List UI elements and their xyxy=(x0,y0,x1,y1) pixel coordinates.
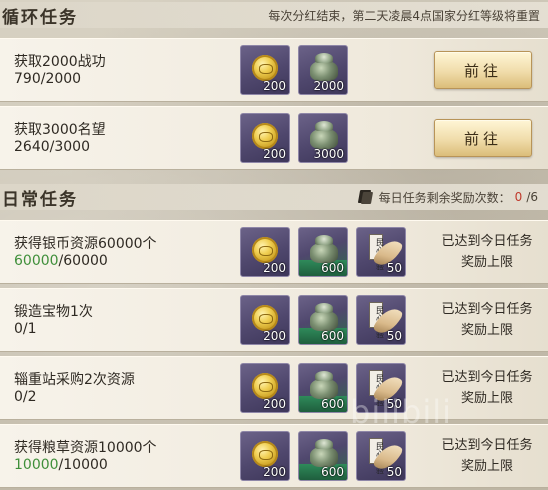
remaining-total: /6 xyxy=(526,190,538,204)
reward-amount: 50 xyxy=(386,329,402,343)
task-progress: 790/2000 xyxy=(14,71,81,87)
cycle-section-title: 循环任务 xyxy=(2,7,78,28)
reward-limit-status: 已达到今日任务 奖励上限 xyxy=(434,299,540,341)
task-name: 获得粮草资源10000个 xyxy=(14,440,157,456)
reward-amount: 200 xyxy=(263,329,286,343)
progress-current: 790 xyxy=(14,71,41,87)
reward-amount: 200 xyxy=(263,261,286,275)
remaining-used: 0 xyxy=(514,190,523,204)
reward-silver-coin[interactable]: 200 xyxy=(240,431,290,481)
coin-icon xyxy=(252,237,278,263)
progress-total: /3000 xyxy=(49,139,90,155)
reward-amount: 200 xyxy=(263,397,286,411)
coin-icon xyxy=(252,55,278,81)
task-progress: 60000/60000 xyxy=(14,253,108,269)
status-line: 已达到今日任务 xyxy=(441,370,533,385)
coin-icon xyxy=(252,305,278,331)
progress-total: /60000 xyxy=(58,253,108,269)
status-line: 已达到今日任务 xyxy=(441,302,533,317)
book-icon xyxy=(357,189,375,205)
progress-current: 10000 xyxy=(14,457,59,473)
task-name: 获得银币资源60000个 xyxy=(14,236,157,252)
reward-amount: 200 xyxy=(263,79,286,93)
reward-amount: 50 xyxy=(386,465,402,479)
cycle-section-header: 循环任务 每次分红结束，第二天凌晨4点国家分红等级将重置 xyxy=(0,2,548,28)
coin-icon xyxy=(252,441,278,467)
reward-ding[interactable]: 600 xyxy=(298,227,348,277)
cycle-task-row: 获取3000名望 2640/3000 200 3000 前往 xyxy=(0,106,548,170)
daily-task-row: 辎重站采购2次资源 0/2 200 600 民心经验 50 已达到今日任务 奖励… xyxy=(0,356,548,420)
go-button[interactable]: 前往 xyxy=(434,119,532,157)
reward-silver-coin[interactable]: 200 xyxy=(240,45,290,95)
progress-current: 0 xyxy=(14,321,23,337)
reward-amount: 600 xyxy=(321,465,344,479)
reward-scroll[interactable]: 民心经验 50 xyxy=(356,295,406,345)
progress-total: /10000 xyxy=(58,457,108,473)
daily-task-row: 锻造宝物1次 0/1 200 600 民心经验 50 已达到今日任务 奖励上限 xyxy=(0,288,548,352)
reward-silver-coin[interactable]: 200 xyxy=(240,113,290,163)
coin-icon xyxy=(252,373,278,399)
reward-silver-coin[interactable]: 200 xyxy=(240,295,290,345)
reward-ding[interactable]: 3000 xyxy=(298,113,348,163)
reward-ding[interactable]: 600 xyxy=(298,295,348,345)
progress-total: /1 xyxy=(22,321,37,337)
cycle-task-row: 获取2000战功 790/2000 200 2000 前往 xyxy=(0,38,548,102)
progress-total: /2000 xyxy=(40,71,82,87)
reward-silver-coin[interactable]: 200 xyxy=(240,363,290,413)
reward-amount: 600 xyxy=(321,261,344,275)
status-line: 奖励上限 xyxy=(460,459,513,474)
daily-section-title: 日常任务 xyxy=(2,189,78,210)
reward-ding[interactable]: 2000 xyxy=(298,45,348,95)
reward-amount: 200 xyxy=(263,147,286,161)
reward-silver-coin[interactable]: 200 xyxy=(240,227,290,277)
status-line: 奖励上限 xyxy=(460,255,513,270)
daily-remaining-count: 每日任务剩余奖励次数： 0/6 xyxy=(357,189,538,206)
reward-amount: 200 xyxy=(263,465,286,479)
cycle-reset-note: 每次分红结束，第二天凌晨4点国家分红等级将重置 xyxy=(268,8,540,23)
reward-ding[interactable]: 600 xyxy=(298,431,348,481)
watermark: bilibili xyxy=(350,393,452,431)
task-progress: 0/2 xyxy=(14,389,37,405)
remaining-label: 每日任务剩余奖励次数： xyxy=(378,190,511,205)
status-line: 已达到今日任务 xyxy=(441,234,533,249)
status-line: 已达到今日任务 xyxy=(441,438,533,453)
task-name: 辎重站采购2次资源 xyxy=(14,372,135,388)
reward-ding[interactable]: 600 xyxy=(298,363,348,413)
daily-task-row: 获得银币资源60000个 60000/60000 200 600 民心经验 50… xyxy=(0,220,548,284)
reward-amount: 50 xyxy=(386,261,402,275)
reward-amount: 3000 xyxy=(313,147,344,161)
daily-task-row: 获得粮草资源10000个 10000/10000 200 600 民心经验 50… xyxy=(0,424,548,488)
daily-section-header: 日常任务 每日任务剩余奖励次数： 0/6 xyxy=(0,184,548,210)
task-name: 锻造宝物1次 xyxy=(14,304,93,320)
reward-scroll[interactable]: 民心经验 50 xyxy=(356,431,406,481)
reward-scroll[interactable]: 民心经验 50 xyxy=(356,227,406,277)
task-name: 获取3000名望 xyxy=(14,122,106,138)
status-line: 奖励上限 xyxy=(460,323,513,338)
reward-amount: 2000 xyxy=(313,79,344,93)
go-button[interactable]: 前往 xyxy=(434,51,532,89)
task-progress: 0/1 xyxy=(14,321,37,337)
reward-limit-status: 已达到今日任务 奖励上限 xyxy=(434,231,540,273)
progress-current: 60000 xyxy=(14,253,59,269)
progress-total: /2 xyxy=(22,389,37,405)
reward-amount: 600 xyxy=(321,329,344,343)
reward-limit-status: 已达到今日任务 奖励上限 xyxy=(434,435,540,477)
task-progress: 2640/3000 xyxy=(14,139,90,155)
progress-current: 0 xyxy=(14,389,23,405)
task-progress: 10000/10000 xyxy=(14,457,108,473)
reward-amount: 600 xyxy=(321,397,344,411)
coin-icon xyxy=(252,123,278,149)
task-name: 获取2000战功 xyxy=(14,54,106,70)
progress-current: 2640 xyxy=(14,139,50,155)
